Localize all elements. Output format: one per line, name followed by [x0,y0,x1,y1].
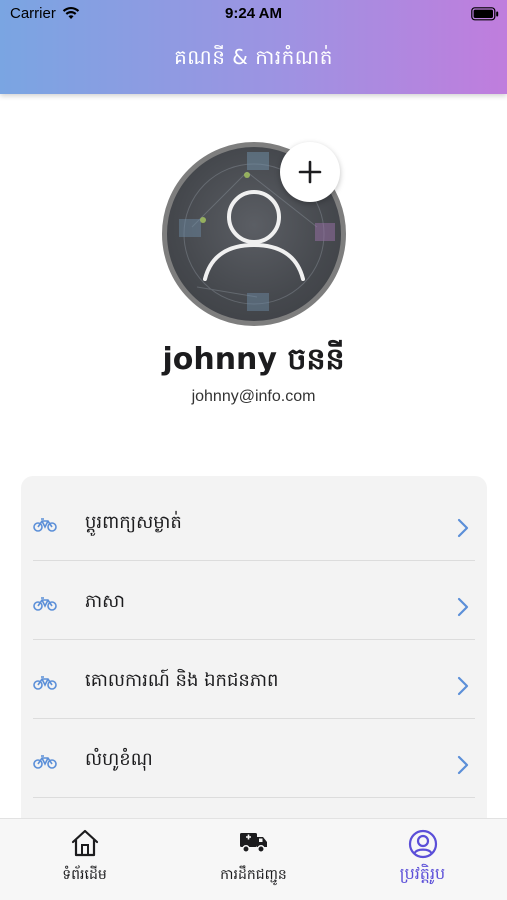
tab-bar: ទំព័រដើម ការដឹកជញ្ជូន ប្រវត្តិរូប [0,818,507,900]
menu-item-label: ប្ដូរពាក្យសម្ងាត់ [85,512,182,533]
tab-label: ការដឹកជញ្ជូន [220,867,287,883]
tab-profile[interactable]: ប្រវត្តិរូប [338,819,507,900]
add-photo-button[interactable] [280,142,340,202]
tab-label: ទំព័រដើម [62,867,107,883]
avatar-container [162,142,346,326]
chevron-right-icon [457,755,469,779]
status-bar: Carrier 9:24 AM [0,0,507,28]
tab-delivery[interactable]: ការដឹកជញ្ជូន [169,819,338,900]
profile-name: johnny ចននី [162,342,345,377]
menu-item-label: ភាសា [85,591,125,612]
menu-item-change-password[interactable]: ប្ដូរពាក្យសម្ងាត់ [33,482,475,561]
header-bar: Carrier 9:24 AM គណនី & ការកំណត់ [0,0,507,94]
clock-label: 9:24 AM [225,5,282,22]
chevron-right-icon [457,676,469,700]
tab-home[interactable]: ទំព័រដើម [0,819,169,900]
plus-icon [298,160,322,184]
chevron-right-icon [457,518,469,542]
page-title: គណនី & ការកំណត់ [174,45,333,69]
profile-icon [408,829,438,863]
bike-icon [33,596,57,615]
menu-item-label: គោលការណ៍ និង ឯកជនភាព [85,670,279,691]
menu-item-privacy-policy[interactable]: គោលការណ៍ និង ឯកជនភាព [33,640,475,719]
bike-icon [33,517,57,536]
battery-icon [471,6,499,25]
settings-menu: ប្ដូរពាក្យសម្ងាត់ ភាសា គោលការណ៍ និង ឯកជន… [21,476,487,836]
tab-label: ប្រវត្តិរូប [399,864,446,883]
menu-item-label: លំហូខំណុ [85,749,153,770]
bike-icon [33,754,57,773]
truck-icon [239,829,269,859]
menu-item-language[interactable]: ភាសា [33,561,475,640]
profile-email: johnny@info.com [191,388,316,405]
bike-icon [33,675,57,694]
chevron-right-icon [457,597,469,621]
menu-item-address[interactable]: លំហូខំណុ [33,719,475,798]
home-icon [70,829,100,861]
